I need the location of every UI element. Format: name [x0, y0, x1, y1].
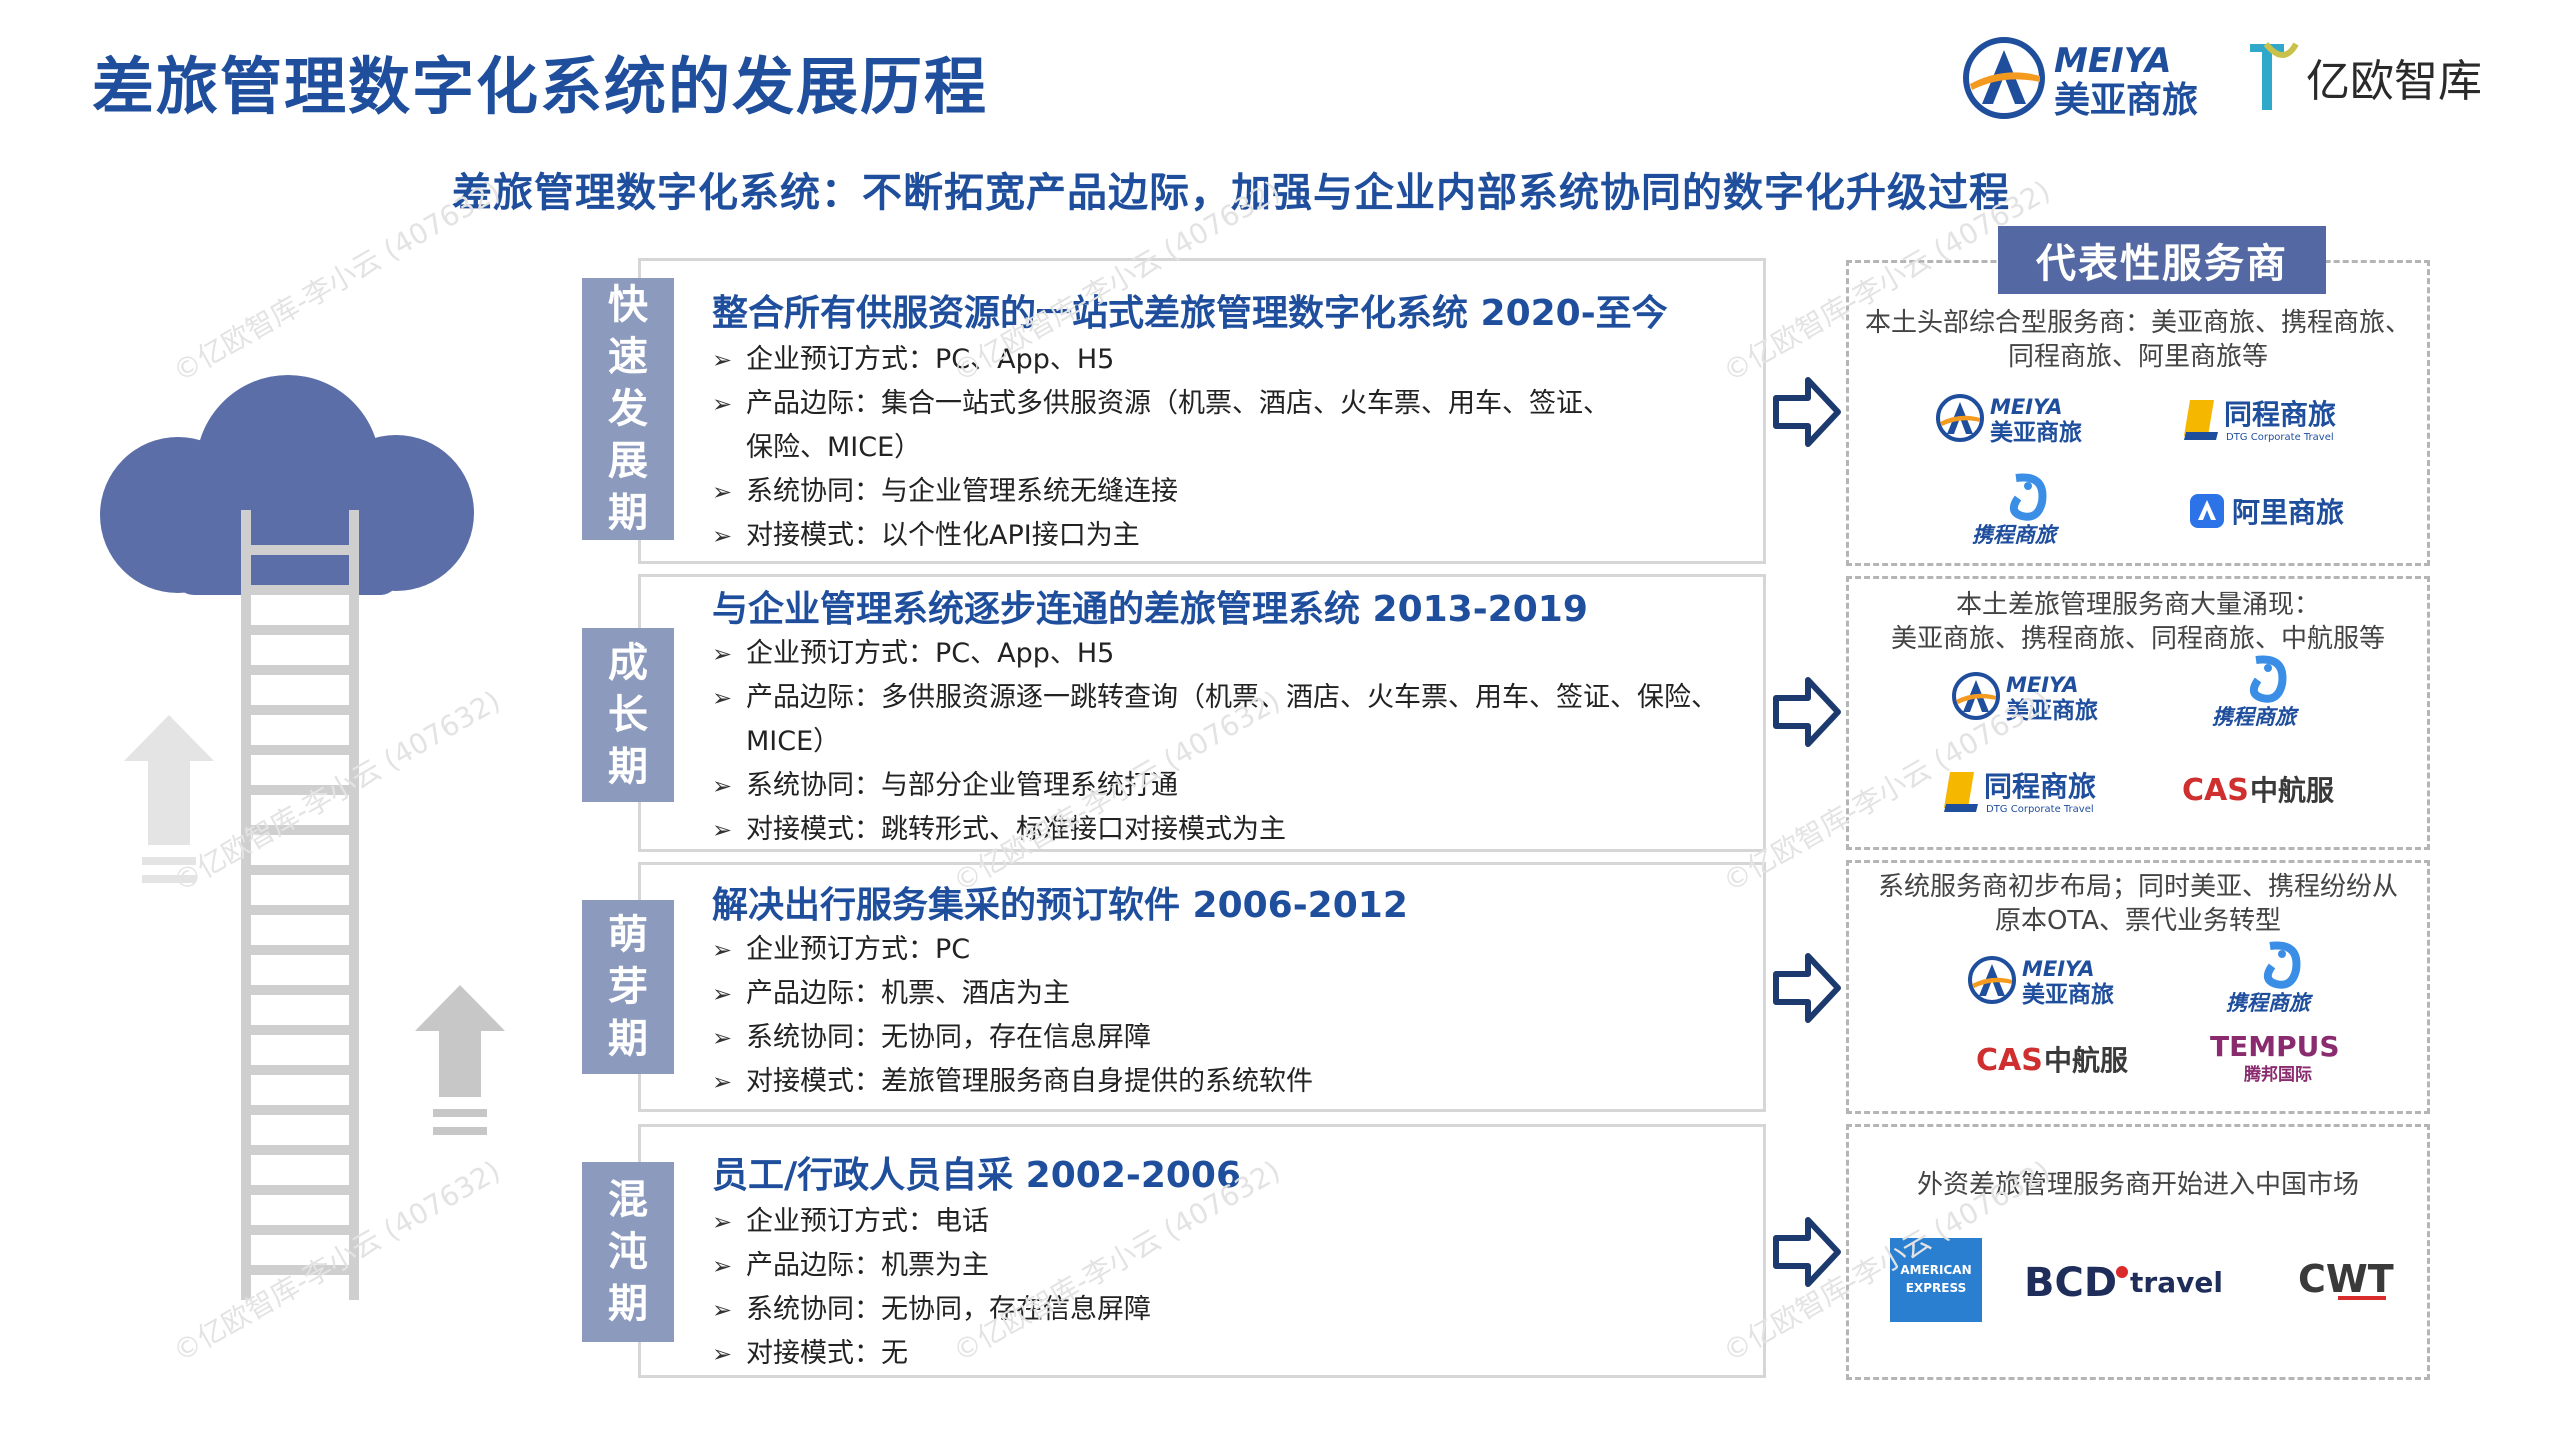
list-item: ➢ 产品边际：集合一站式多供服资源（机票、酒店、火车票、用车、签证、 [712, 388, 1610, 419]
list-item: ➢ 对接模式：跳转形式、标准接口对接模式为主 [712, 814, 1286, 845]
tempus-logo: TEMPUS 腾邦国际 [2204, 1030, 2364, 1086]
stage-tab-sprout: 萌芽期 [582, 900, 674, 1074]
providers-header: 代表性服务商 [1998, 226, 2326, 294]
right-arrow-icon [1773, 677, 1841, 747]
svg-text:TEMPUS: TEMPUS [2210, 1030, 2340, 1063]
stage-tab-rapid: 快速发展期 [582, 278, 674, 540]
svg-text:EXPRESS: EXPRESS [1906, 1281, 1966, 1295]
stage-list-rapid: ➢ 企业预订方式：PC、App、H5 ➢ 产品边际：集合一站式多供服资源（机票、酒店… [712, 338, 1610, 558]
meiya-logo: MEIYA 美亚商旅 [1966, 952, 2146, 1008]
tongcheng-logo: 同程商旅 DTG Corporate Travel [2184, 390, 2374, 446]
meiya-brand-logo: MEIYA 美亚商旅 [1960, 32, 2220, 122]
cwt-logo: CWT [2298, 1252, 2408, 1308]
list-item: ➢ 产品边际：机票、酒店为主 [712, 978, 1070, 1009]
yiou-text: 亿欧智库 [2306, 56, 2482, 107]
stage-title-rapid: 整合所有供服资源的一站式差旅管理数字化系统 2020-至今 [712, 293, 1668, 334]
svg-text:DTG Corporate Travel: DTG Corporate Travel [1986, 804, 2094, 815]
svg-text:携程商旅: 携程商旅 [2226, 991, 2314, 1015]
list-item: ➢ 企业预订方式：PC、App、H5 [712, 638, 1115, 669]
list-item: ➢ 系统协同：与部分企业管理系统打通 [712, 770, 1178, 801]
list-item: ➢ 企业预订方式：PC [712, 934, 971, 965]
ctrip-logo: 携程商旅 [1966, 472, 2096, 548]
provider-note-3: 系统服务商初步布局；同时美亚、携程纷纷从 原本OTA、票代业务转型 [1877, 872, 2398, 936]
list-item-continuation: 保险、MICE） [746, 432, 922, 463]
list-item: ➢ 企业预订方式：电话 [712, 1206, 989, 1237]
tongcheng-logo: 同程商旅 DTG Corporate Travel [1944, 762, 2134, 818]
provider-note-1: 本土头部综合型服务商：美亚商旅、携程商旅、 同程商旅、阿里商旅等 [1864, 308, 2411, 372]
meiya-cn-text: 美亚商旅 [2054, 80, 2198, 121]
cas-logo: CAS 中航服 [1974, 1036, 2144, 1080]
stage-title-growth: 与企业管理系统逐步连通的差旅管理系统 2013-2019 [712, 589, 1588, 630]
right-arrow-icon [1773, 377, 1841, 447]
cas-logo: CAS 中航服 [2180, 766, 2350, 810]
right-arrow-icon [1773, 953, 1841, 1023]
page-title: 差旅管理数字化系统的发展历程 [92, 50, 989, 123]
stage-title-sprout: 解决出行服务集采的预订软件 2006-2012 [712, 885, 1408, 926]
provider-note-4: 外资差旅管理服务商开始进入中国市场 [1916, 1170, 2359, 1200]
svg-text:美亚商旅: 美亚商旅 [1990, 419, 2082, 446]
ladder-icon [241, 510, 359, 1300]
list-item: ➢ 系统协同：无协同，存在信息屏障 [712, 1022, 1151, 1053]
svg-text:携程商旅: 携程商旅 [2212, 705, 2300, 729]
svg-text:中航服: 中航服 [2044, 1044, 2129, 1077]
up-arrow-icon [415, 985, 505, 1135]
stage-tab-chaos: 混沌期 [582, 1162, 674, 1342]
svg-text:BCD: BCD [2024, 1260, 2117, 1306]
yiou-brand-logo: 亿欧智库 [2244, 36, 2514, 116]
provider-note-2: 本土差旅管理服务商大量涌现： 美亚商旅、携程商旅、同程商旅、中航服等 [1890, 590, 2385, 654]
list-item: ➢ 对接模式：差旅管理服务商自身提供的系统软件 [712, 1066, 1313, 1097]
svg-text:同程商旅: 同程商旅 [2224, 398, 2336, 431]
svg-text:CWT: CWT [2298, 1257, 2394, 1301]
svg-text:CAS: CAS [1976, 1043, 2043, 1078]
svg-text:美亚商旅: 美亚商旅 [2022, 981, 2114, 1008]
svg-text:CAS: CAS [2182, 773, 2249, 808]
stage-title-chaos: 员工/行政人员自采 2002-2006 [712, 1155, 1242, 1196]
svg-text:travel: travel [2130, 1266, 2223, 1299]
list-item: ➢ 对接模式：以个性化API接口为主 [712, 520, 1140, 551]
svg-text:MEIYA: MEIYA [2022, 957, 2095, 981]
list-item: ➢ 系统协同：与企业管理系统无缝连接 [712, 476, 1178, 507]
list-item: ➢ 对接模式：无 [712, 1338, 908, 1369]
svg-text:DTG Corporate Travel: DTG Corporate Travel [2226, 432, 2334, 443]
stage-tab-growth: 成长期 [582, 628, 674, 802]
svg-text:中航服: 中航服 [2250, 774, 2335, 807]
meiya-en-text: MEIYA [2054, 41, 2171, 81]
svg-text:携程商旅: 携程商旅 [1972, 523, 2060, 547]
svg-text:MEIYA: MEIYA [1990, 395, 2063, 419]
svg-text:腾邦国际: 腾邦国际 [2244, 1064, 2312, 1085]
ctrip-logo: 携程商旅 [2206, 654, 2336, 730]
svg-text:阿里商旅: 阿里商旅 [2232, 496, 2344, 529]
meiya-logo: MEIYA 美亚商旅 [1934, 390, 2114, 446]
watermark: ©亿欧智库-李小云 (407632) [167, 174, 506, 389]
ctrip-logo: 携程商旅 [2220, 940, 2350, 1016]
svg-text:同程商旅: 同程商旅 [1984, 770, 2096, 803]
list-item: ➢ 企业预订方式：PC、App、H5 [712, 344, 1115, 375]
stage-list-sprout: ➢ 企业预订方式：PC ➢ 产品边际：机票、酒店为主 ➢ 系统协同：无协同，存在信息屏… [712, 928, 1313, 1104]
bcd-travel-logo: BCD travel [2024, 1252, 2224, 1308]
ali-logo: 阿里商旅 [2188, 488, 2368, 536]
